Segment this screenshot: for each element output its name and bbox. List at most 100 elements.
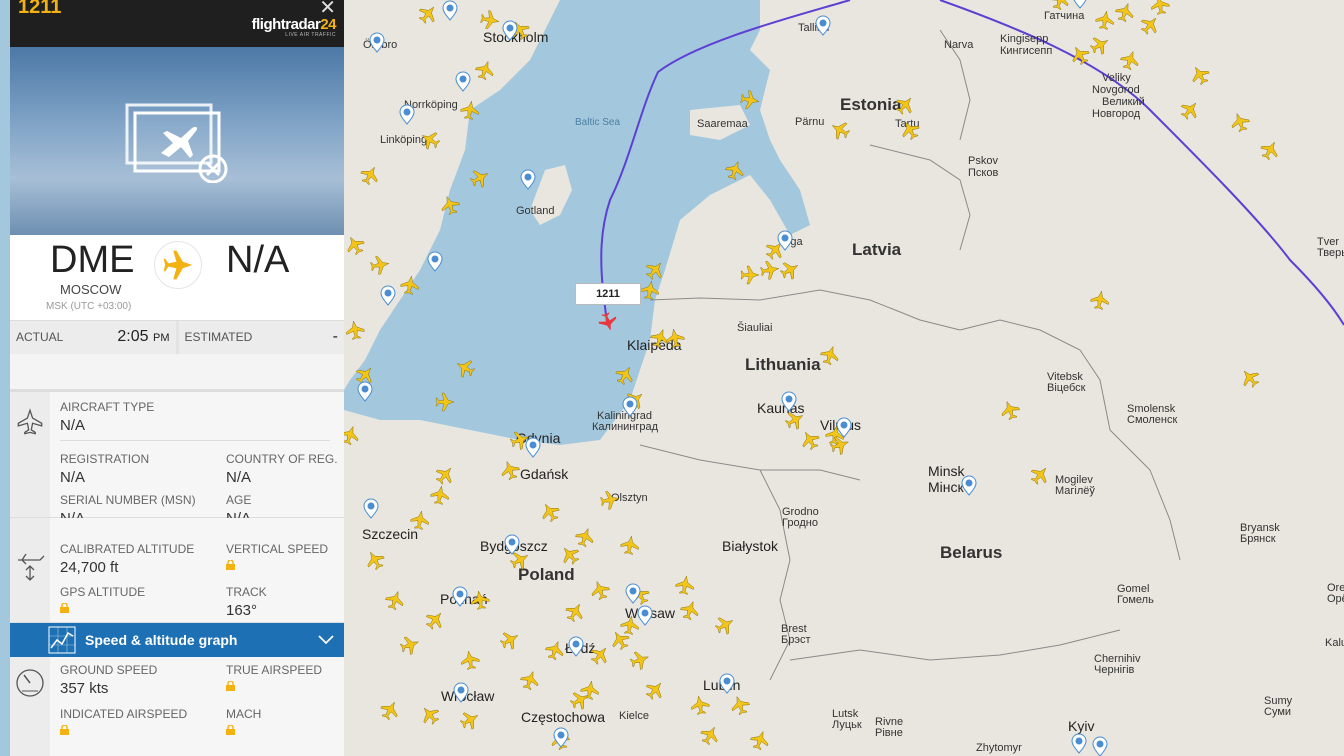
city-label: Кингисепп bbox=[1000, 45, 1052, 57]
vertical-speed-field: VERTICAL SPEED bbox=[226, 542, 328, 575]
vertical-speed-label: VERTICAL SPEED bbox=[226, 542, 329, 556]
registration-value: N/A bbox=[60, 469, 86, 486]
city-label: Pärnu bbox=[795, 116, 824, 128]
origin-city: MOSCOW bbox=[60, 282, 122, 297]
track-value: 163° bbox=[226, 602, 258, 619]
city-label: Novgorod bbox=[1092, 84, 1140, 96]
city-label: Pskov bbox=[968, 155, 998, 167]
destination-code: N/A bbox=[226, 239, 290, 281]
country-label: Lithuania bbox=[745, 355, 821, 374]
actual-label: ACTUAL bbox=[16, 330, 64, 344]
aircraft-type-field: AIRCRAFT TYPE N/A bbox=[60, 400, 330, 441]
city-label: Białystok bbox=[722, 538, 779, 554]
route-section: DME MOSCOW MSK (UTC +03:00) N/A bbox=[10, 235, 344, 320]
city-label: Гродно bbox=[782, 517, 818, 529]
actual-time: 2:05 PM bbox=[117, 328, 169, 346]
city-label: Kielce bbox=[619, 710, 649, 722]
calibrated-altitude-field: CALIBRATED ALTITUDE 24,700 ft bbox=[60, 542, 194, 576]
actual-time-cell: ACTUAL 2:05 PM bbox=[10, 321, 176, 354]
panel-spacer bbox=[10, 354, 344, 392]
city-label: Тверь bbox=[1317, 247, 1344, 259]
city-label: Суми bbox=[1264, 706, 1291, 718]
city-label: Псков bbox=[968, 167, 998, 179]
estimated-time-cell: ESTIMATED - bbox=[178, 321, 344, 354]
aircraft-side-panel bbox=[10, 392, 50, 517]
city-label: Zhytomyr bbox=[976, 742, 1022, 754]
origin-code[interactable]: DME bbox=[50, 239, 134, 282]
lock-icon bbox=[226, 725, 235, 735]
city-label: Szczecin bbox=[362, 526, 418, 542]
country-value: N/A bbox=[226, 469, 252, 486]
lock-icon bbox=[60, 725, 69, 735]
airplane-icon bbox=[17, 408, 43, 435]
selected-flight-label[interactable]: 1211 bbox=[575, 283, 641, 305]
aircraft-type-value: N/A bbox=[60, 417, 86, 434]
speed-side-panel bbox=[10, 657, 50, 756]
no-photo-icon bbox=[125, 103, 228, 183]
lock-icon bbox=[226, 560, 235, 570]
city-label: Мінск bbox=[928, 479, 965, 495]
country-label: Latvia bbox=[852, 240, 902, 259]
panel-header: 1211 ✕ flightradar24 LIVE AIR TRAFFIC bbox=[10, 0, 344, 47]
actual-time-suffix: PM bbox=[153, 332, 170, 344]
logo-text: flightradar bbox=[251, 16, 321, 33]
city-label: Veliky bbox=[1102, 72, 1131, 84]
city-label: Gdańsk bbox=[520, 466, 569, 482]
indicated-airspeed-field: INDICATED AIRSPEED bbox=[60, 707, 187, 740]
ground-speed-label: GROUND SPEED bbox=[60, 663, 158, 677]
city-label: Великий bbox=[1102, 96, 1145, 108]
speedometer-icon bbox=[16, 669, 44, 697]
city-label: Луцьк bbox=[832, 719, 862, 731]
city-label: Гатчина bbox=[1044, 10, 1085, 22]
calibrated-altitude-label: CALIBRATED ALTITUDE bbox=[60, 542, 195, 556]
speed-altitude-graph-toggle[interactable]: Speed & altitude graph bbox=[10, 623, 344, 657]
estimated-time: - bbox=[332, 328, 338, 345]
city-label: Narva bbox=[944, 39, 974, 51]
graph-label: Speed & altitude graph bbox=[85, 632, 238, 648]
city-label: Віцебск bbox=[1047, 382, 1086, 394]
country-label: Poland bbox=[518, 565, 575, 584]
callsign: 1211 bbox=[18, 0, 62, 18]
city-label: Смоленск bbox=[1127, 414, 1177, 426]
registration-label: REGISTRATION bbox=[60, 452, 150, 466]
lock-icon bbox=[60, 603, 69, 613]
city-label: Linköping bbox=[380, 134, 427, 146]
gps-altitude-field: GPS ALTITUDE bbox=[60, 585, 145, 618]
city-label: Новгород bbox=[1092, 108, 1141, 120]
aircraft-type-label: AIRCRAFT TYPE bbox=[60, 400, 155, 414]
graph-icon bbox=[48, 626, 76, 654]
true-airspeed-field: TRUE AIRSPEED bbox=[226, 663, 322, 696]
logo-num: 24 bbox=[320, 16, 336, 33]
actual-time-value: 2:05 bbox=[117, 328, 149, 345]
aircraft-photo-placeholder bbox=[10, 47, 344, 235]
calibrated-altitude-value: 24,700 ft bbox=[60, 559, 119, 576]
city-label: Брэст bbox=[781, 634, 811, 646]
country-label: COUNTRY OF REG. bbox=[226, 452, 338, 466]
city-label: Kaunas bbox=[757, 400, 804, 416]
city-label: Saaremaa bbox=[697, 118, 749, 130]
city-label: Гомель bbox=[1117, 594, 1154, 606]
speed-info-block: GROUND SPEED 357 kts TRUE AIRSPEED INDIC… bbox=[10, 657, 344, 756]
city-label: Рівне bbox=[875, 727, 903, 739]
times-row: ACTUAL 2:05 PM ESTIMATED - bbox=[10, 320, 344, 354]
city-label: Šiauliai bbox=[737, 321, 772, 334]
aircraft-info-block: AIRCRAFT TYPE N/A REGISTRATION N/A COUNT… bbox=[10, 392, 344, 527]
altitude-info-block: CALIBRATED ALTITUDE 24,700 ft VERTICAL S… bbox=[10, 518, 344, 623]
city-label: Kaluga bbox=[1325, 637, 1344, 649]
chevron-down-icon bbox=[318, 635, 334, 645]
city-label: Орёл bbox=[1327, 593, 1344, 605]
true-airspeed-label: TRUE AIRSPEED bbox=[226, 663, 323, 677]
lock-icon bbox=[226, 681, 235, 691]
ground-speed-field: GROUND SPEED 357 kts bbox=[60, 663, 157, 697]
flightradar24-logo: flightradar24 bbox=[251, 16, 337, 33]
country-field: COUNTRY OF REG. N/A bbox=[226, 452, 338, 486]
city-label: Брянск bbox=[1240, 533, 1276, 545]
msn-label: SERIAL NUMBER (MSN) bbox=[60, 493, 196, 507]
age-label: AGE bbox=[226, 493, 252, 507]
track-field: TRACK 163° bbox=[226, 585, 267, 619]
country-label: Estonia bbox=[840, 95, 902, 114]
indicated-airspeed-label: INDICATED AIRSPEED bbox=[60, 707, 188, 721]
mach-label: MACH bbox=[226, 707, 262, 721]
city-label: Чернігів bbox=[1094, 664, 1135, 676]
city-label: Магілёў bbox=[1055, 485, 1095, 497]
